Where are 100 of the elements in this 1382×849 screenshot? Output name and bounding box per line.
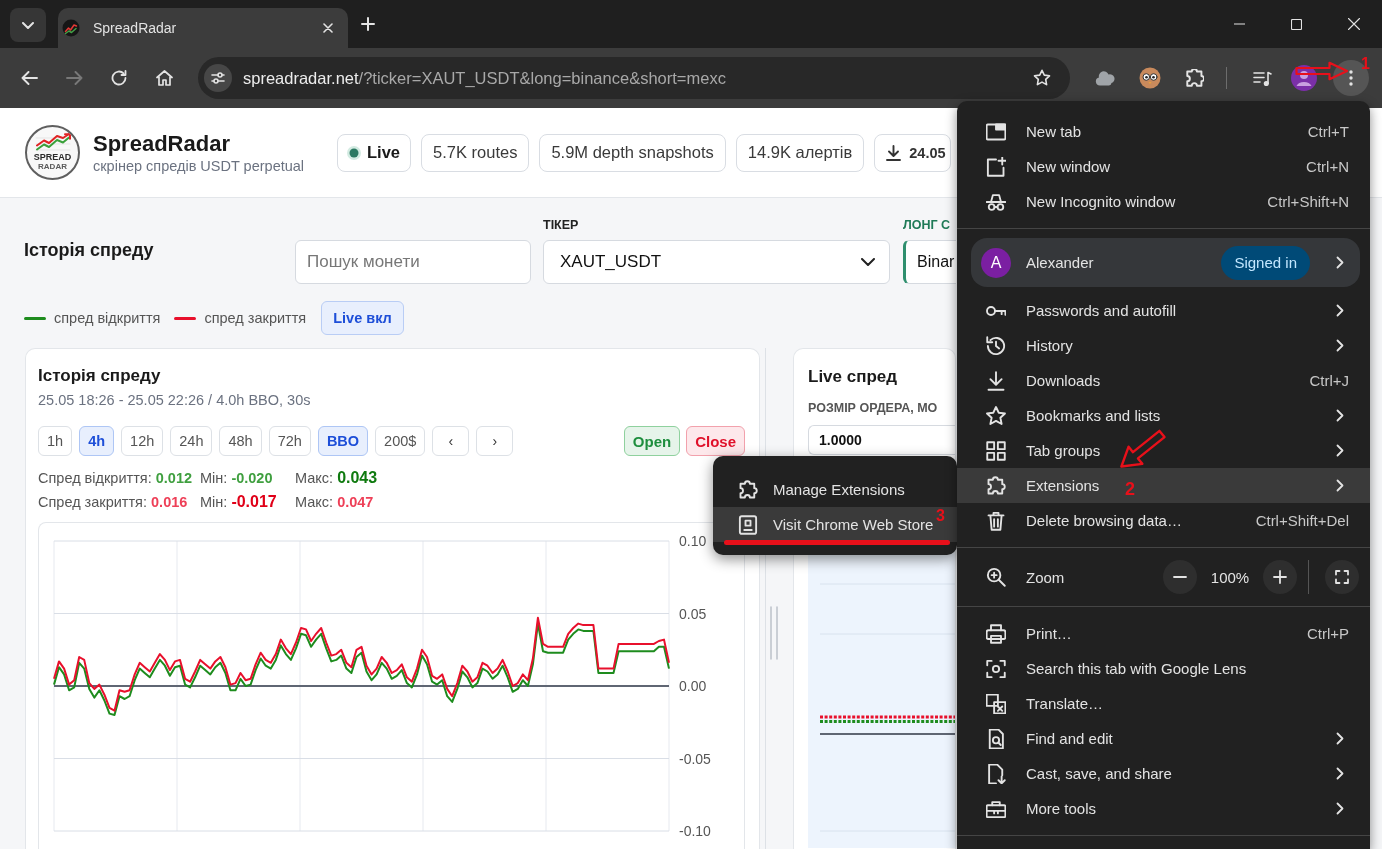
menu-item[interactable]: Tab groups bbox=[957, 433, 1370, 468]
pager-button[interactable]: › bbox=[476, 426, 514, 456]
menu-item[interactable]: Find and edit bbox=[957, 721, 1370, 756]
menu-item[interactable]: Cast, save, and share bbox=[957, 756, 1370, 791]
trend-lines-icon bbox=[33, 133, 72, 151]
chevron-down-icon bbox=[861, 258, 875, 266]
chevron-right-icon bbox=[1336, 256, 1344, 269]
puzzle-icon bbox=[1186, 69, 1204, 87]
stat-value: 0.016 bbox=[151, 494, 188, 510]
mode-button[interactable]: 200$ bbox=[375, 426, 426, 456]
time-range-button[interactable]: 24h bbox=[170, 426, 213, 456]
minus-icon bbox=[1173, 576, 1187, 578]
puzzle-icon bbox=[986, 475, 1006, 496]
history-icon bbox=[986, 335, 1006, 356]
stat-value: 0.012 bbox=[155, 470, 192, 486]
keyboard-shortcut: Ctrl+P bbox=[1306, 625, 1349, 642]
time-range-button[interactable]: 48h bbox=[219, 426, 262, 456]
field-label: ТІКЕР bbox=[543, 218, 579, 232]
menu-item[interactable]: New tab Ctrl+T bbox=[957, 114, 1370, 149]
home-icon bbox=[155, 70, 173, 86]
time-range-button[interactable]: 72h bbox=[268, 426, 311, 456]
keyboard-shortcut: Ctrl+Shift+N bbox=[1267, 193, 1349, 210]
trash-icon bbox=[986, 510, 1006, 531]
tab-search-button[interactable] bbox=[10, 8, 46, 42]
stat-label: Макс: bbox=[295, 470, 334, 486]
address-bar[interactable]: spreadradar.net/?ticker=XAUT_USDT&long=binance&short=mexc bbox=[198, 57, 1070, 99]
reload-icon bbox=[111, 70, 127, 86]
pager-button[interactable]: ‹ bbox=[432, 426, 470, 456]
menu-item[interactable]: Manage Extensions bbox=[713, 472, 957, 507]
time-range-button[interactable]: 4h bbox=[79, 426, 115, 456]
fullscreen-icon bbox=[1335, 570, 1349, 584]
close-icon bbox=[1347, 18, 1360, 30]
menu-item[interactable]: Print… Ctrl+P bbox=[957, 616, 1370, 651]
chevron-down-icon bbox=[22, 21, 34, 29]
printer-icon bbox=[986, 623, 1006, 644]
menu-item[interactable]: Delete browsing data… Ctrl+Shift+Del bbox=[957, 503, 1370, 538]
url-text: spreadradar.net/?ticker=XAUT_USDT&long=binance&short=mexc bbox=[243, 68, 726, 88]
menu-item[interactable]: History bbox=[957, 328, 1370, 363]
search-field[interactable]: Пошук монети bbox=[295, 240, 531, 284]
tune-icon bbox=[211, 72, 225, 84]
music-list-icon bbox=[1252, 70, 1272, 86]
stat-value: 0.047 bbox=[337, 494, 374, 510]
series-toggle-button[interactable]: Close bbox=[686, 426, 745, 456]
stat-label: Макс: bbox=[295, 494, 334, 510]
menu-item[interactable]: New Incognito window Ctrl+Shift+N bbox=[957, 184, 1370, 219]
menu-item[interactable]: Translate… bbox=[957, 686, 1370, 721]
signed-in-badge: Signed in bbox=[1221, 245, 1310, 280]
download-icon bbox=[886, 144, 902, 161]
annotation-number: 2 bbox=[1125, 480, 1135, 498]
keyboard-shortcut: Ctrl+Shift+Del bbox=[1255, 512, 1349, 529]
fullscreen-button[interactable] bbox=[1325, 560, 1359, 594]
legend-label: спред відкриття bbox=[54, 310, 161, 326]
star-icon bbox=[986, 405, 1006, 426]
menu-item[interactable]: New window Ctrl+N bbox=[957, 149, 1370, 184]
mode-button[interactable]: BBO bbox=[317, 426, 369, 456]
menu-item[interactable]: Downloads Ctrl+J bbox=[957, 363, 1370, 398]
zoom-in-button[interactable] bbox=[1263, 560, 1297, 594]
new-tab-icon bbox=[986, 121, 1006, 142]
plus-icon bbox=[1273, 570, 1287, 584]
zoom-icon bbox=[986, 567, 1006, 587]
zoom-out-button[interactable] bbox=[1163, 560, 1197, 594]
panel-title: Live спред bbox=[808, 367, 898, 387]
app-subtitle: скрінер спредів USDT perpetual bbox=[93, 156, 305, 175]
live-toggle[interactable]: Live вкл bbox=[321, 301, 404, 335]
legend-label: спред закриття bbox=[204, 310, 307, 326]
grid-icon bbox=[986, 440, 1006, 461]
profile-avatar: A bbox=[981, 247, 1011, 278]
owl-face-icon bbox=[1139, 67, 1161, 89]
stat-label: Спред відкриття: bbox=[38, 470, 152, 486]
field-label: РОЗМІР ОРДЕРА, МО bbox=[808, 401, 938, 415]
ticker-select[interactable]: XAUT_USDT bbox=[543, 240, 890, 284]
star-icon bbox=[1033, 69, 1051, 87]
toolbox-icon bbox=[986, 798, 1006, 819]
browser-tab[interactable]: SpreadRadar bbox=[58, 8, 348, 48]
picture-frame-icon bbox=[738, 514, 758, 535]
axis-tick-label: -0.10 bbox=[679, 823, 711, 839]
stat-chip: 5.9M depth snapshots bbox=[539, 133, 726, 172]
profile-row[interactable]: A Alexander Signed in bbox=[971, 238, 1360, 287]
exchange-select[interactable]: Binar bbox=[903, 240, 956, 284]
document-search-icon bbox=[986, 728, 1006, 749]
menu-item[interactable]: Passwords and autofill bbox=[957, 293, 1370, 328]
menu-item[interactable]: Bookmarks and lists bbox=[957, 398, 1370, 433]
app-title: SpreadRadar bbox=[93, 130, 230, 157]
time-range-button[interactable]: 12h bbox=[121, 426, 164, 456]
logo-text: SPREAD bbox=[33, 152, 72, 162]
site-info-button[interactable] bbox=[204, 64, 232, 92]
menu-item[interactable]: More tools bbox=[957, 791, 1370, 826]
menu-item[interactable]: Search this tab with Google Lens bbox=[957, 651, 1370, 686]
series-toggle-button[interactable]: Open bbox=[623, 426, 681, 456]
order-size-field[interactable]: 1.0000 bbox=[808, 425, 955, 455]
axis-tick-label: 0.00 bbox=[679, 678, 707, 694]
zoom-level: 100% bbox=[1209, 568, 1251, 586]
scan-icon bbox=[986, 658, 1006, 679]
download-button[interactable]: 24.05 bbox=[874, 133, 951, 172]
new-window-icon bbox=[986, 156, 1006, 177]
back-arrow-icon bbox=[20, 71, 38, 85]
time-range-button[interactable]: 1h bbox=[38, 426, 73, 456]
keyboard-shortcut: Ctrl+J bbox=[1309, 372, 1349, 389]
incognito-icon bbox=[986, 191, 1006, 212]
status-dot-icon bbox=[347, 145, 361, 160]
